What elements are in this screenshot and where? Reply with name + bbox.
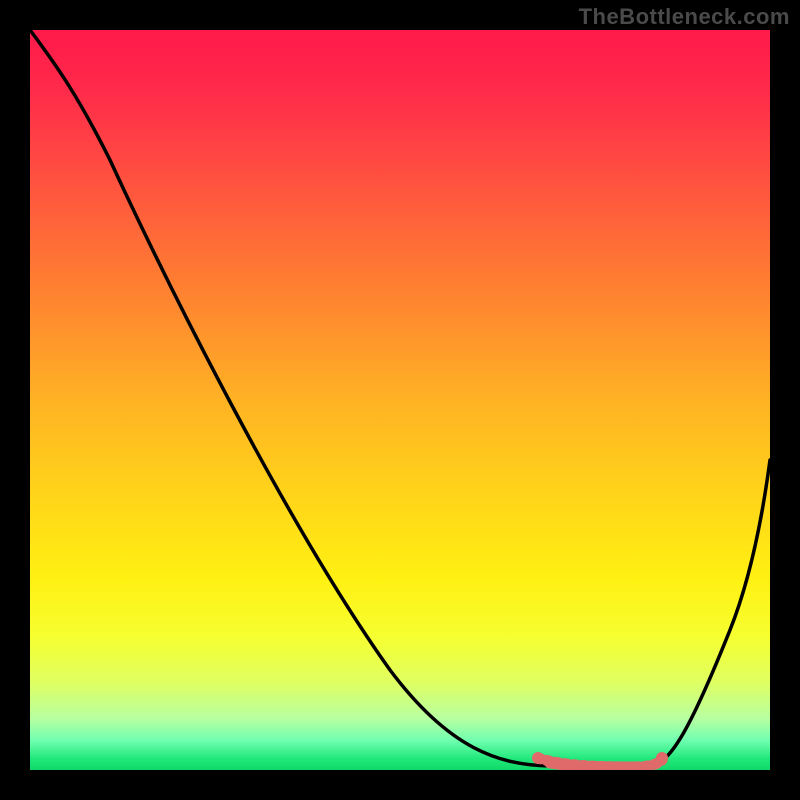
highlight-segment-solid — [550, 763, 640, 767]
highlight-dot-left — [532, 752, 544, 764]
highlight-dot-right — [656, 752, 668, 764]
watermark-text: TheBottleneck.com — [579, 4, 790, 30]
plot-area — [30, 30, 770, 770]
chart-frame: TheBottleneck.com — [0, 0, 800, 800]
curve-overlay — [30, 30, 770, 770]
bottleneck-curve — [30, 30, 770, 766]
